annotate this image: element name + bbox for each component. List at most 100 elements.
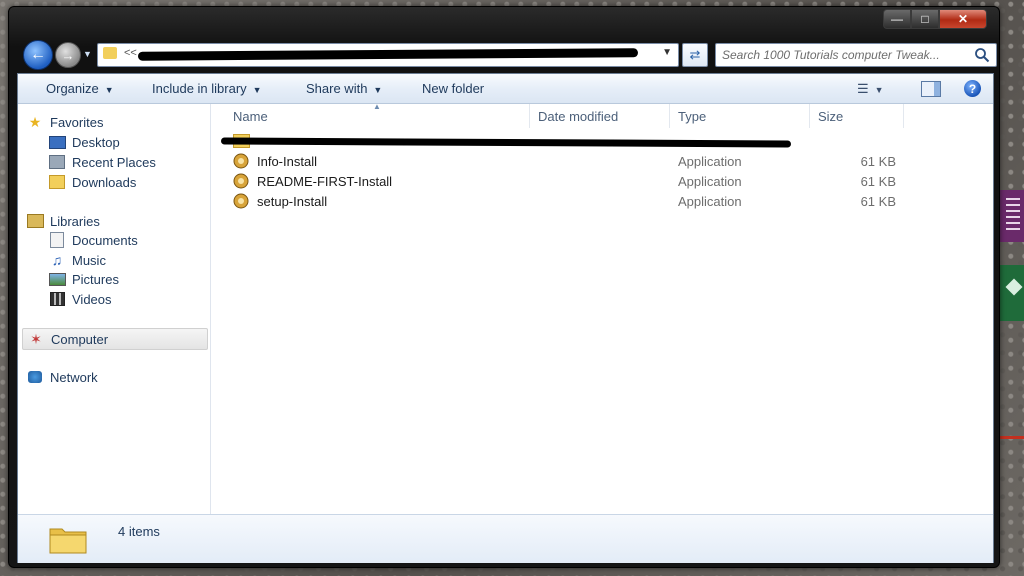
window-controls: — □ ✕ [883,9,987,29]
details-pane: 4 items [18,514,993,563]
explorer-content: Organize ▼ Include in library ▼ Share with… [17,73,994,563]
share-with-label: Share with [306,81,368,96]
column-header-name[interactable]: Name [233,109,268,124]
sidebar-item-videos[interactable]: Videos [48,289,112,309]
column-divider[interactable] [903,104,904,128]
sidebar-item-computer[interactable]: ✶ Computer [22,328,208,350]
navigation-pane: ★ Favorites Desktop Recent Places Downlo… [18,104,211,562]
sidebar-item-label: Desktop [72,134,120,150]
sidebar-item-recent-places[interactable]: Recent Places [48,152,156,172]
file-name: README-FIRST-Install [257,174,393,189]
music-icon: ♫ [51,252,63,268]
refresh-button[interactable]: ⇄ [682,43,708,67]
file-list: ▲ Name Date modified Type Size Info-Inst… [211,102,993,514]
desktop-app-icon[interactable] [1000,190,1024,242]
chevron-down-icon: ▼ [874,85,884,95]
videos-icon [48,291,66,307]
chevron-down-icon: ▼ [252,85,262,95]
folder-icon [49,528,87,554]
sidebar-item-label: Favorites [50,114,104,130]
file-size: 61 KB [860,174,896,189]
sidebar-item-network[interactable]: Network [26,367,98,387]
network-icon [26,369,44,385]
include-in-library-label: Include in library [152,81,247,96]
file-size: 61 KB [860,194,896,209]
include-in-library-menu[interactable]: Include in library ▼ [152,81,262,96]
sort-ascending-icon: ▲ [373,102,381,111]
sidebar-item-label: Libraries [50,213,100,229]
column-divider[interactable] [669,104,670,128]
refresh-icon: ⇄ [689,47,701,62]
preview-pane-button[interactable] [921,81,941,97]
chevron-down-icon: ▼ [104,85,114,95]
table-row[interactable]: README-FIRST-Install Application 61 KB [211,172,993,191]
column-header-date-modified[interactable]: Date modified [538,109,618,124]
desktop-decoration [998,436,1024,439]
pictures-icon [48,271,66,287]
chevron-down-icon[interactable]: ▼ [662,47,672,58]
sidebar-item-label: Videos [72,291,112,307]
organize-menu[interactable]: Organize ▼ [46,81,114,96]
view-list-icon: ☰ [857,81,869,96]
arrow-left-icon: ← [30,46,46,63]
minimize-icon: — [891,12,903,26]
column-divider[interactable] [529,104,530,128]
table-row[interactable]: Info-Install Application 61 KB [211,152,993,171]
redaction-mark [220,137,792,148]
file-type: Application [678,194,742,209]
minimize-button[interactable]: — [883,9,911,29]
share-with-menu[interactable]: Share with ▼ [306,81,382,96]
new-folder-button[interactable]: New folder [422,81,484,96]
column-divider[interactable] [809,104,810,128]
documents-icon [48,232,66,248]
column-header-size[interactable]: Size [818,109,843,124]
setup-application-icon [233,173,249,189]
back-button[interactable]: ← [23,40,53,70]
arrow-right-icon: → [61,47,75,63]
organize-label: Organize [46,81,99,96]
sidebar-item-music[interactable]: ♫ Music [48,250,106,270]
search-box[interactable] [715,43,997,67]
search-input[interactable] [720,46,972,64]
recent-places-icon [48,154,66,170]
maximize-icon: □ [921,12,929,26]
search-icon[interactable] [974,47,990,63]
setup-application-icon [233,193,249,209]
forward-button[interactable]: → [55,42,81,68]
chevron-down-icon: ▼ [83,49,92,59]
star-icon: ★ [28,113,42,130]
sidebar-item-label: Pictures [72,271,119,287]
close-button[interactable]: ✕ [939,9,987,29]
library-icon [26,213,44,229]
computer-icon: ✶ [30,330,42,347]
sidebar-item-label: Network [50,369,98,385]
new-folder-label: New folder [422,81,485,96]
sidebar-item-favorites[interactable]: ★ Favorites [26,112,104,132]
maximize-button[interactable]: □ [911,9,939,29]
sidebar-item-label: Recent Places [72,154,156,170]
sidebar-item-desktop[interactable]: Desktop [48,132,120,152]
sidebar-item-pictures[interactable]: Pictures [48,269,119,289]
view-options-button[interactable]: ☰ ▼ [857,81,884,97]
downloads-folder-icon [48,174,66,190]
address-bar[interactable]: << ▼ [97,43,679,67]
help-icon: ? [968,81,977,96]
sidebar-item-label: Music [72,252,106,268]
sidebar-item-libraries[interactable]: Libraries [26,211,100,231]
navigation-bar: ← → ▼ << ▼ ⇄ [17,39,997,70]
file-size: 61 KB [860,154,896,169]
recent-pages-dropdown[interactable]: ▼ [83,49,92,59]
chevron-down-icon: ▼ [373,85,383,95]
table-row[interactable]: setup-Install Application 61 KB [211,192,993,211]
table-row[interactable] [211,131,993,150]
sidebar-item-documents[interactable]: Documents [48,230,138,250]
sidebar-item-downloads[interactable]: Downloads [48,172,136,192]
help-button[interactable]: ? [964,80,981,97]
file-type: Application [678,154,742,169]
sidebar-item-label: Computer [51,331,109,347]
address-path: << [124,47,137,59]
desktop-app-icon[interactable] [1000,265,1024,321]
explorer-window: — □ ✕ ← → ▼ << ▼ ⇄ Organize ▼ Include in … [8,6,1000,568]
close-icon: ✕ [957,12,969,26]
column-header-type[interactable]: Type [678,109,706,124]
